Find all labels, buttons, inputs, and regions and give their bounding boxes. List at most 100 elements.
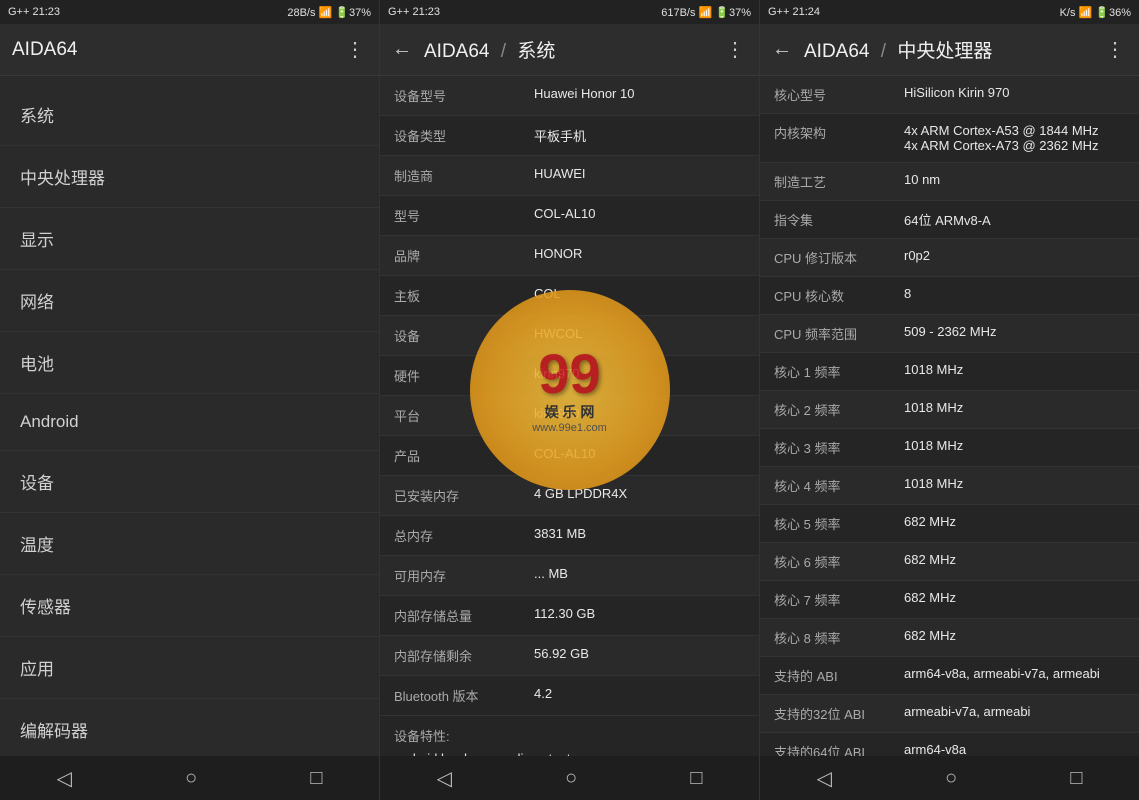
nav-bar-1: ◁ ○ □ [0,756,380,800]
sys-row-0: 设备型号Huawei Honor 10 [380,76,759,116]
cpu-label-17: 支持的64位 ABI [774,742,904,756]
cpu-row-5: CPU 核心数8 [760,277,1139,315]
recent-btn-1[interactable]: □ [280,759,352,798]
sys-row-14: 内部存储剩余56.92 GB [380,636,759,676]
home-btn-2[interactable]: ○ [535,759,607,798]
sys-title: AIDA64 / 系统 [424,36,725,63]
sys-row-4: 品牌HONOR [380,236,759,276]
sys-label-5: 主板 [394,286,534,305]
cpu-label-16: 支持的32位 ABI [774,704,904,723]
cpu-value-14: 682 MHz [904,628,1125,647]
nav-item-1[interactable]: 中央处理器 [0,146,379,208]
cpu-panel: ← AIDA64 / 中央处理器 ⋮ 核心型号HiSilicon Kirin 9… [760,24,1139,756]
status-time-2: G++ 21:23 [388,6,440,18]
sys-label-7: 硬件 [394,366,534,385]
cpu-label-12: 核心 6 频率 [774,552,904,571]
nav-toolbar: AIDA64 ⋮ [0,24,379,76]
cpu-row-7: 核心 1 频率1018 MHz [760,353,1139,391]
sys-features-value: android.hardware.audio.outputandroid.har… [394,749,745,756]
sys-row-3: 型号COL-AL10 [380,196,759,236]
nav-item-0[interactable]: 系统 [0,84,379,146]
cpu-label-3: 指令集 [774,210,904,229]
cpu-back-icon[interactable]: ← [772,38,792,61]
cpu-row-0: 核心型号HiSilicon Kirin 970 [760,76,1139,114]
back-btn-2[interactable]: ◁ [407,758,482,799]
nav-item-6[interactable]: 设备 [0,451,379,513]
sys-label-6: 设备 [394,326,534,345]
cpu-label-5: CPU 核心数 [774,286,904,305]
sys-value-9: COL-AL10 [534,446,745,465]
sys-label-1: 设备类型 [394,126,534,145]
nav-item-5[interactable]: Android [0,394,379,451]
cpu-value-4: r0p2 [904,248,1125,267]
cpu-label-4: CPU 修订版本 [774,248,904,267]
cpu-value-11: 682 MHz [904,514,1125,533]
nav-bar-3: ◁ ○ □ [760,756,1139,800]
cpu-value-17: arm64-v8a [904,742,1125,756]
cpu-label-0: 核心型号 [774,85,904,104]
sys-label-4: 品牌 [394,246,534,265]
cpu-title-sub: 中央处理器 [897,41,992,62]
sys-label-3: 型号 [394,206,534,225]
nav-panel: AIDA64 ⋮ 系统中央处理器显示网络电池Android设备温度传感器应用编解… [0,24,380,756]
status-icons-3: K/s 📶 🔋36% [1060,6,1131,19]
sys-value-8: kirin970 [534,406,745,425]
back-btn-1[interactable]: ◁ [27,758,102,799]
sys-title-main: AIDA64 [424,41,489,62]
status-time-3: G++ 21:24 [768,6,820,18]
nav-item-4[interactable]: 电池 [0,332,379,394]
sys-label-13: 内部存储总量 [394,606,534,625]
sys-value-10: 4 GB LPDDR4X [534,486,745,505]
sys-title-sub: 系统 [517,41,555,62]
status-time-1: G++ 21:23 [8,6,60,18]
sys-label-10: 已安装内存 [394,486,534,505]
home-btn-1[interactable]: ○ [155,759,227,798]
sys-value-0: Huawei Honor 10 [534,86,745,105]
cpu-label-1: 内核架构 [774,123,904,153]
sys-row-15: Bluetooth 版本4.2 [380,676,759,716]
nav-bars-container: ◁ ○ □ ◁ ○ □ ◁ ○ □ [0,756,1139,800]
status-bar-2: G++ 21:23 617B/s 📶 🔋37% [380,0,760,24]
sys-menu-icon[interactable]: ⋮ [725,37,747,62]
nav-item-7[interactable]: 温度 [0,513,379,575]
sys-value-11: 3831 MB [534,526,745,545]
sys-row-5: 主板COL [380,276,759,316]
sys-label-11: 总内存 [394,526,534,545]
cpu-label-15: 支持的 ABI [774,666,904,685]
sys-label-0: 设备型号 [394,86,534,105]
cpu-value-7: 1018 MHz [904,362,1125,381]
nav-item-10[interactable]: 编解码器 [0,699,379,756]
cpu-menu-icon[interactable]: ⋮ [1105,37,1127,62]
cpu-value-0: HiSilicon Kirin 970 [904,85,1125,104]
cpu-row-11: 核心 5 频率682 MHz [760,505,1139,543]
cpu-label-10: 核心 4 频率 [774,476,904,495]
sys-back-icon[interactable]: ← [392,38,412,61]
home-btn-3[interactable]: ○ [915,759,987,798]
cpu-row-6: CPU 频率范围509 - 2362 MHz [760,315,1139,353]
nav-menu-icon[interactable]: ⋮ [345,37,367,62]
cpu-value-15: arm64-v8a, armeabi-v7a, armeabi [904,666,1125,685]
sys-value-15: 4.2 [534,686,745,705]
sys-label-9: 产品 [394,446,534,465]
cpu-row-1: 内核架构4x ARM Cortex-A53 @ 1844 MHz4x ARM C… [760,114,1139,163]
nav-item-8[interactable]: 传感器 [0,575,379,637]
cpu-row-16: 支持的32位 ABIarmeabi-v7a, armeabi [760,695,1139,733]
sys-value-1: 平板手机 [534,126,745,145]
sys-row-2: 制造商HUAWEI [380,156,759,196]
sys-row-13: 内部存储总量112.30 GB [380,596,759,636]
cpu-row-13: 核心 7 频率682 MHz [760,581,1139,619]
nav-item-2[interactable]: 显示 [0,208,379,270]
sys-row-9: 产品COL-AL10 [380,436,759,476]
nav-item-3[interactable]: 网络 [0,270,379,332]
sys-row-1: 设备类型平板手机 [380,116,759,156]
nav-bar-2: ◁ ○ □ [380,756,760,800]
back-btn-3[interactable]: ◁ [787,758,862,799]
sys-label-8: 平台 [394,406,534,425]
sys-value-12: ... MB [534,566,745,585]
recent-btn-2[interactable]: □ [660,759,732,798]
sys-label-12: 可用内存 [394,566,534,585]
recent-btn-3[interactable]: □ [1040,759,1112,798]
status-icons-2: 617B/s 📶 🔋37% [661,6,751,19]
nav-item-9[interactable]: 应用 [0,637,379,699]
cpu-row-2: 制造工艺10 nm [760,163,1139,201]
